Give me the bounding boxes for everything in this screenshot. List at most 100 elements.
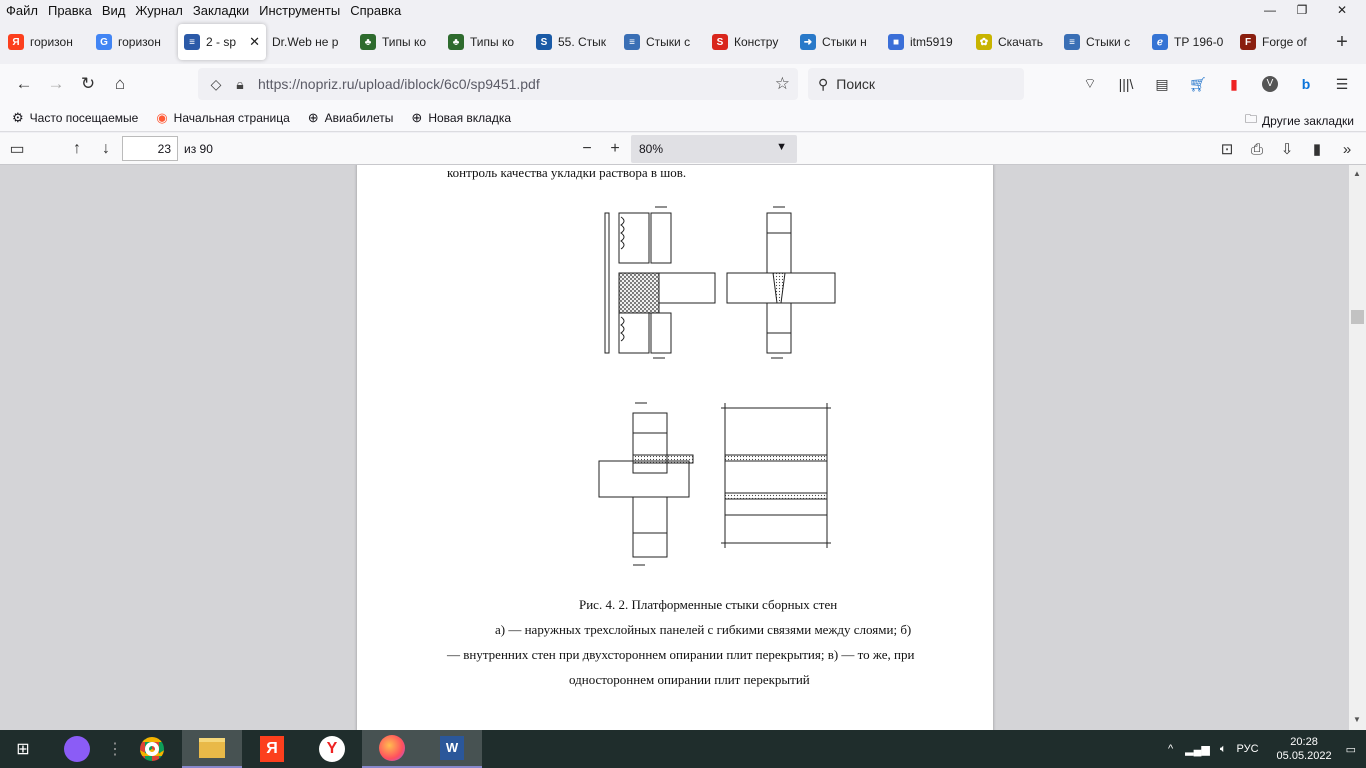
chrome-icon[interactable] [122, 730, 182, 768]
minimize-icon[interactable]: — [1254, 0, 1286, 20]
menu-icon[interactable]: ☰ [1324, 68, 1360, 100]
yandex-icon[interactable]: Y [302, 730, 362, 768]
browser-tab[interactable]: ≡ Стыки с [1058, 24, 1146, 60]
cart-icon[interactable]: 🛒︎ [1180, 68, 1216, 100]
firefox-icon: ◉ [156, 109, 168, 125]
bookmark-item[interactable]: ◉ Начальная страница [144, 110, 295, 126]
navigation-bar: ← → ↻ ⌂ ◇ 🔒︎ https://nopriz.ru/upload/ib… [0, 64, 1366, 104]
firefox-icon[interactable] [362, 730, 422, 768]
menu-item[interactable]: Инструменты [254, 3, 345, 18]
bookmark-item[interactable]: ⊕ Авиабилеты [296, 110, 400, 126]
bookmark-item[interactable]: ⚙ Часто посещаемые [0, 110, 144, 126]
save-icon[interactable]: ⇩ [1272, 135, 1302, 163]
chevron-down-icon: ▼ [776, 141, 787, 153]
menu-item[interactable]: Закладки [188, 3, 254, 18]
sidebar-icon[interactable]: ▤ [1144, 68, 1180, 100]
sidebar-toggle-icon[interactable]: ▭ [2, 135, 32, 163]
browser-tab[interactable]: Dr.Web не р [266, 24, 354, 60]
browser-tab[interactable]: S 55. Стык [530, 24, 618, 60]
browser-tab[interactable]: ♣ Типы ко [442, 24, 530, 60]
volume-icon[interactable]: 🔈︎ [1220, 743, 1227, 756]
gear-icon: ✿ [976, 34, 992, 50]
url-text[interactable]: https://nopriz.ru/upload/iblock/6c0/sp94… [258, 76, 540, 92]
browser-tab[interactable]: ♣ Типы ко [354, 24, 442, 60]
caption-line: одностороннем опирании плит перекрытий [569, 672, 810, 687]
lock-icon[interactable]: 🔒︎ [228, 76, 252, 93]
forge-icon: F [1240, 34, 1256, 50]
scroll-up-icon[interactable]: ▲ [1353, 169, 1361, 178]
notifications-icon[interactable]: ▭ [1346, 743, 1356, 756]
menu-item[interactable]: Файл [0, 3, 43, 18]
library-icon[interactable]: |||\ [1108, 68, 1144, 100]
presentation-icon[interactable]: ⊡ [1212, 135, 1242, 163]
zoom-out-icon[interactable]: − [572, 135, 602, 163]
menu-item[interactable]: Правка [43, 3, 97, 18]
tray-chevron-icon[interactable]: ^ [1168, 743, 1173, 755]
browser-tab[interactable]: F Forge of [1234, 24, 1322, 60]
zoom-in-icon[interactable]: + [600, 135, 630, 163]
bookmark-icon[interactable]: ▮ [1302, 135, 1332, 163]
browser-tab[interactable]: ℯ ТР 196-0 [1146, 24, 1234, 60]
tab-label: itm5919 [910, 35, 953, 49]
page-number-input[interactable]: 23 [122, 136, 178, 161]
yandex-browser-icon[interactable]: Я [242, 730, 302, 768]
address-bar[interactable]: ◇ 🔒︎ https://nopriz.ru/upload/iblock/6c0… [198, 68, 798, 100]
alice-icon[interactable] [46, 730, 108, 768]
search-input[interactable]: ⚲ Поиск [808, 68, 1024, 100]
tab-label: Dr.Web не р [272, 35, 339, 49]
menu-item[interactable]: Журнал [130, 3, 187, 18]
folder-icon: 🗀 [1245, 112, 1258, 126]
browser-tab[interactable]: ➜ Стыки н [794, 24, 882, 60]
pocket-icon[interactable]: ⌔ [1072, 68, 1108, 100]
scroll-down-icon[interactable]: ▼ [1353, 715, 1361, 724]
tree-icon: ♣ [360, 34, 376, 50]
browser-tab[interactable]: ■ itm5919 [882, 24, 970, 60]
forward-icon[interactable]: → [40, 68, 72, 100]
other-bookmarks-label: Другие закладки [1262, 113, 1354, 128]
vertical-scrollbar[interactable]: ▲ ▼ [1349, 165, 1366, 730]
caption-line: — внутренних стен при двухстороннем опир… [447, 647, 915, 662]
browser-tab[interactable]: ≡ Стыки с [618, 24, 706, 60]
back-icon[interactable]: ← [8, 68, 40, 100]
flag-icon[interactable]: ▮ [1216, 68, 1252, 100]
close-tab-icon[interactable]: ✕ [249, 34, 260, 50]
clock[interactable]: 20:28 05.05.2022 [1277, 735, 1332, 763]
restore-icon[interactable]: ❐ [1286, 0, 1318, 20]
bookmark-star-icon[interactable]: ☆ [775, 74, 790, 94]
tools-menu-icon[interactable]: » [1332, 135, 1362, 163]
scrollbar-thumb[interactable] [1351, 310, 1364, 324]
menu-item[interactable]: Вид [97, 3, 131, 18]
print-icon[interactable]: ⎙ [1242, 135, 1272, 163]
gear-icon: ⚙ [12, 109, 24, 125]
tab-label: горизон [30, 35, 73, 49]
browser-tab[interactable]: ✿ Скачать [970, 24, 1058, 60]
browser-tab[interactable]: Ягоризон [2, 24, 90, 60]
close-window-icon[interactable]: ✕ [1318, 0, 1366, 20]
bookmark-item[interactable]: ⊕ Новая вкладка [399, 110, 517, 126]
file-explorer-icon[interactable] [182, 730, 242, 768]
bing-icon[interactable]: b [1288, 68, 1324, 100]
browser-tab[interactable]: ≡ 2 - sp ✕ [178, 24, 266, 60]
clock-time: 20:28 [1290, 736, 1318, 748]
pdf-page: контроль качества укладки раствора в шов… [357, 165, 993, 730]
menu-item[interactable]: Справка [345, 3, 406, 18]
language-indicator[interactable]: РУС [1237, 743, 1259, 755]
shield-icon[interactable]: ◇ [204, 76, 228, 93]
word-icon[interactable]: W [422, 730, 482, 768]
home-icon[interactable]: ⌂ [104, 68, 136, 100]
google-icon: G [96, 34, 112, 50]
browser-tab[interactable]: Gгоризон [90, 24, 178, 60]
browser-tab[interactable]: S Констру [706, 24, 794, 60]
other-bookmarks[interactable]: 🗀 Другие закладки [1245, 110, 1354, 131]
tab-label: Типы ко [382, 35, 427, 49]
windows-start-icon[interactable]: ⊞ [0, 730, 46, 768]
tab-label: Стыки н [822, 35, 867, 49]
new-tab-icon[interactable]: + [1326, 26, 1358, 58]
zoom-select[interactable]: 80% ▼ [631, 135, 797, 163]
vpn-icon[interactable]: V [1252, 68, 1288, 100]
previous-page-icon[interactable]: ↑ [62, 135, 92, 163]
next-page-icon[interactable]: ↓ [91, 135, 121, 163]
reload-icon[interactable]: ↻ [72, 68, 104, 100]
pdf-viewer[interactable]: контроль качества укладки раствора в шов… [0, 165, 1366, 730]
network-icon[interactable]: ▂▄▆ [1185, 743, 1210, 756]
